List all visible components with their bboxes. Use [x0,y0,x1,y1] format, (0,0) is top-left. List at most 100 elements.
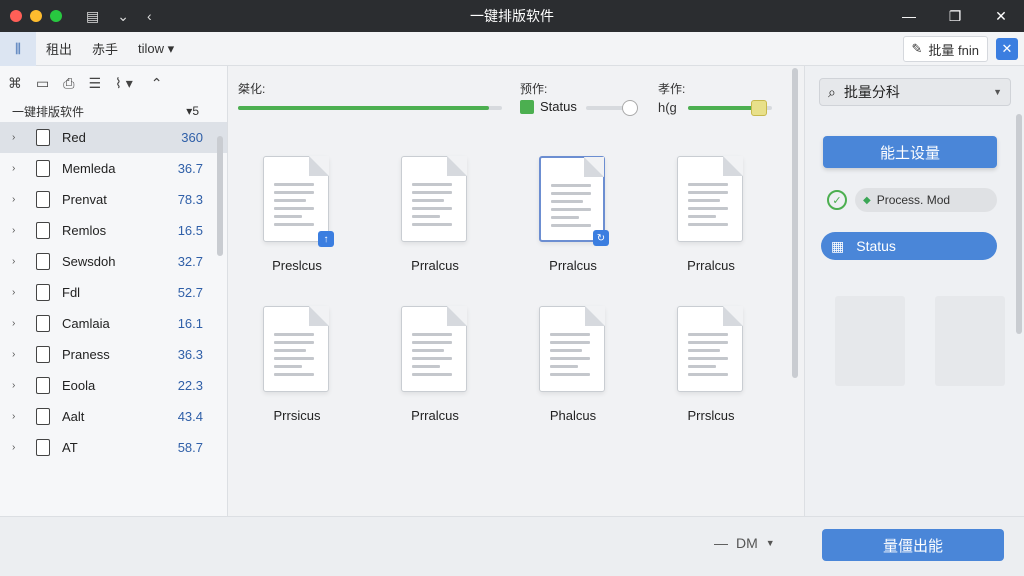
toolbar-item-3[interactable]: tilow ▾ [128,32,184,66]
slider-2-knob[interactable] [622,100,638,116]
close-dot[interactable] [10,10,22,22]
layout-icon[interactable]: ▤ [86,8,99,25]
file-name: Prenvat [62,192,107,207]
maximize-icon[interactable]: ❐ [932,0,978,32]
file-name: Remlos [62,223,107,238]
file-list-item[interactable]: › AT 58.7 [0,432,227,463]
table-icon: ▦ [831,237,845,254]
minimize-icon[interactable]: — [886,0,932,32]
document-name: Prrsicus [273,408,321,423]
file-list-item[interactable]: › Praness 36.3 [0,339,227,370]
document-name: Phalcus [549,408,597,423]
columns-icon[interactable]: ⫼ [0,31,36,66]
document-tile[interactable]: ↑ Preslcus [228,146,366,286]
chevron-right-icon[interactable]: › [12,411,26,422]
chevron-down-icon[interactable]: ⌄ [117,8,129,25]
check-icon[interactable]: ✓ [827,190,847,210]
primary-action-button[interactable]: 能土设量 [823,136,997,168]
batch-button[interactable]: ✎ 批量 fnin [902,36,988,62]
file-list-item[interactable]: › Remlos 16.5 [0,215,227,246]
process-mode-pill[interactable]: ◆ Process. Mod [855,188,997,212]
slider-1[interactable] [238,106,502,110]
document-icon [677,306,743,392]
file-name: Red [62,130,86,145]
layers-icon[interactable]: ☰ [88,75,101,92]
file-value: 22.3 [177,378,203,393]
collapse-icon[interactable]: ⌃ [151,75,163,92]
file-icon [36,408,50,425]
file-list-item[interactable]: › Sewsdoh 32.7 [0,246,227,277]
slider-3[interactable] [688,100,772,116]
file-value: 78.3 [177,192,203,207]
chart-icon[interactable]: ⌇ ▾ [115,75,133,92]
right-panel-scrollbar[interactable] [1016,114,1022,354]
document-tile[interactable]: Prralcus [366,296,504,436]
printer-icon[interactable]: ⎙ [63,75,74,92]
status-color-icon [520,99,534,114]
close-panel-button[interactable]: ✕ [996,38,1018,60]
file-list-item[interactable]: › Fdl 52.7 [0,277,227,308]
document-tile[interactable]: Phalcus [504,296,642,436]
tag-icon[interactable]: ⌘ [8,75,22,92]
gem-icon: ◆ [863,194,871,206]
minus-icon[interactable]: — [714,535,728,551]
chevron-right-icon[interactable]: › [12,287,26,298]
toolbar-item-1[interactable]: 租出 [36,32,82,66]
file-list-item[interactable]: › Camlaia 16.1 [0,308,227,339]
file-icon [36,284,50,301]
chevron-right-icon[interactable]: › [12,442,26,453]
chevron-right-icon[interactable]: › [12,132,26,143]
chevron-right-icon[interactable]: › [12,318,26,329]
slider-2[interactable] [586,100,638,116]
search-icon: ⌕ [828,83,836,100]
chevron-right-icon[interactable]: › [12,349,26,360]
document-tile[interactable]: Prrslcus [642,296,780,436]
file-list-item[interactable]: › Eoola 22.3 [0,370,227,401]
zoom-dot[interactable] [50,10,62,22]
chevron-right-icon[interactable]: › [12,194,26,205]
chevron-right-icon[interactable]: › [12,256,26,267]
control-label-3: 孝作: [658,82,686,96]
status-button[interactable]: ▦ Status [821,232,997,260]
back-icon[interactable]: ‹ [147,8,152,25]
file-icon [36,253,50,270]
document-tile[interactable]: Prralcus [366,146,504,286]
right-panel: ⌕ 批量分科 ▼ 能土设量 ✓ ◆ Process. Mod ▦ Status [804,66,1024,516]
file-name: Sewsdoh [62,254,116,269]
status-button-label: Status [856,238,896,254]
minimize-dot[interactable] [30,10,42,22]
file-name: Fdl [62,285,81,300]
file-value: 36.7 [177,161,203,176]
file-list-item[interactable]: › Red 360 [0,122,227,153]
batch-select[interactable]: ⌕ 批量分科 ▼ [819,78,1011,106]
document-tile[interactable]: ↻ Prralcus [504,146,642,286]
export-button[interactable]: 量僵出能 [822,529,1004,561]
document-icon [539,306,605,392]
chevron-right-icon[interactable]: › [12,225,26,236]
preview-ghost [935,296,1005,386]
file-icon [36,346,50,363]
document-tile[interactable]: Prrsicus [228,296,366,436]
file-icon [36,222,50,239]
file-list-item[interactable]: › Aalt 43.4 [0,401,227,432]
status-toggle[interactable]: Status [520,99,577,114]
document-tile[interactable]: Prralcus [642,146,780,286]
close-icon[interactable]: ✕ [978,0,1024,32]
sidebar-scrollbar[interactable] [217,124,223,514]
document-icon[interactable]: ▭ [36,75,49,92]
file-list: › Red 360 › Memleda 36.7 › Prenvat 78.3 › Remlos 16… [0,122,227,463]
file-list-item[interactable]: › Memleda 36.7 [0,153,227,184]
document-icon [401,156,467,242]
main-scrollbar[interactable] [792,68,798,514]
toolbar-item-2[interactable]: 赤手 [82,32,128,66]
file-list-item[interactable]: › Prenvat 78.3 [0,184,227,215]
sidebar-title: 一键排版软件 [12,104,85,119]
sidebar: ⌘ ▭ ⎙ ☰ ⌇ ▾ ⌃ 一键排版软件 ▾5 › Red 360 › Memleda 3… [0,66,228,516]
chevron-right-icon[interactable]: › [12,163,26,174]
zoom-control[interactable]: — DM ▼ [704,525,800,561]
chevron-right-icon[interactable]: › [12,380,26,391]
file-name: Eoola [62,378,96,393]
document-name: Preslcus [272,258,322,273]
slider-3-knob[interactable] [751,100,768,116]
file-value: 16.1 [177,316,203,331]
